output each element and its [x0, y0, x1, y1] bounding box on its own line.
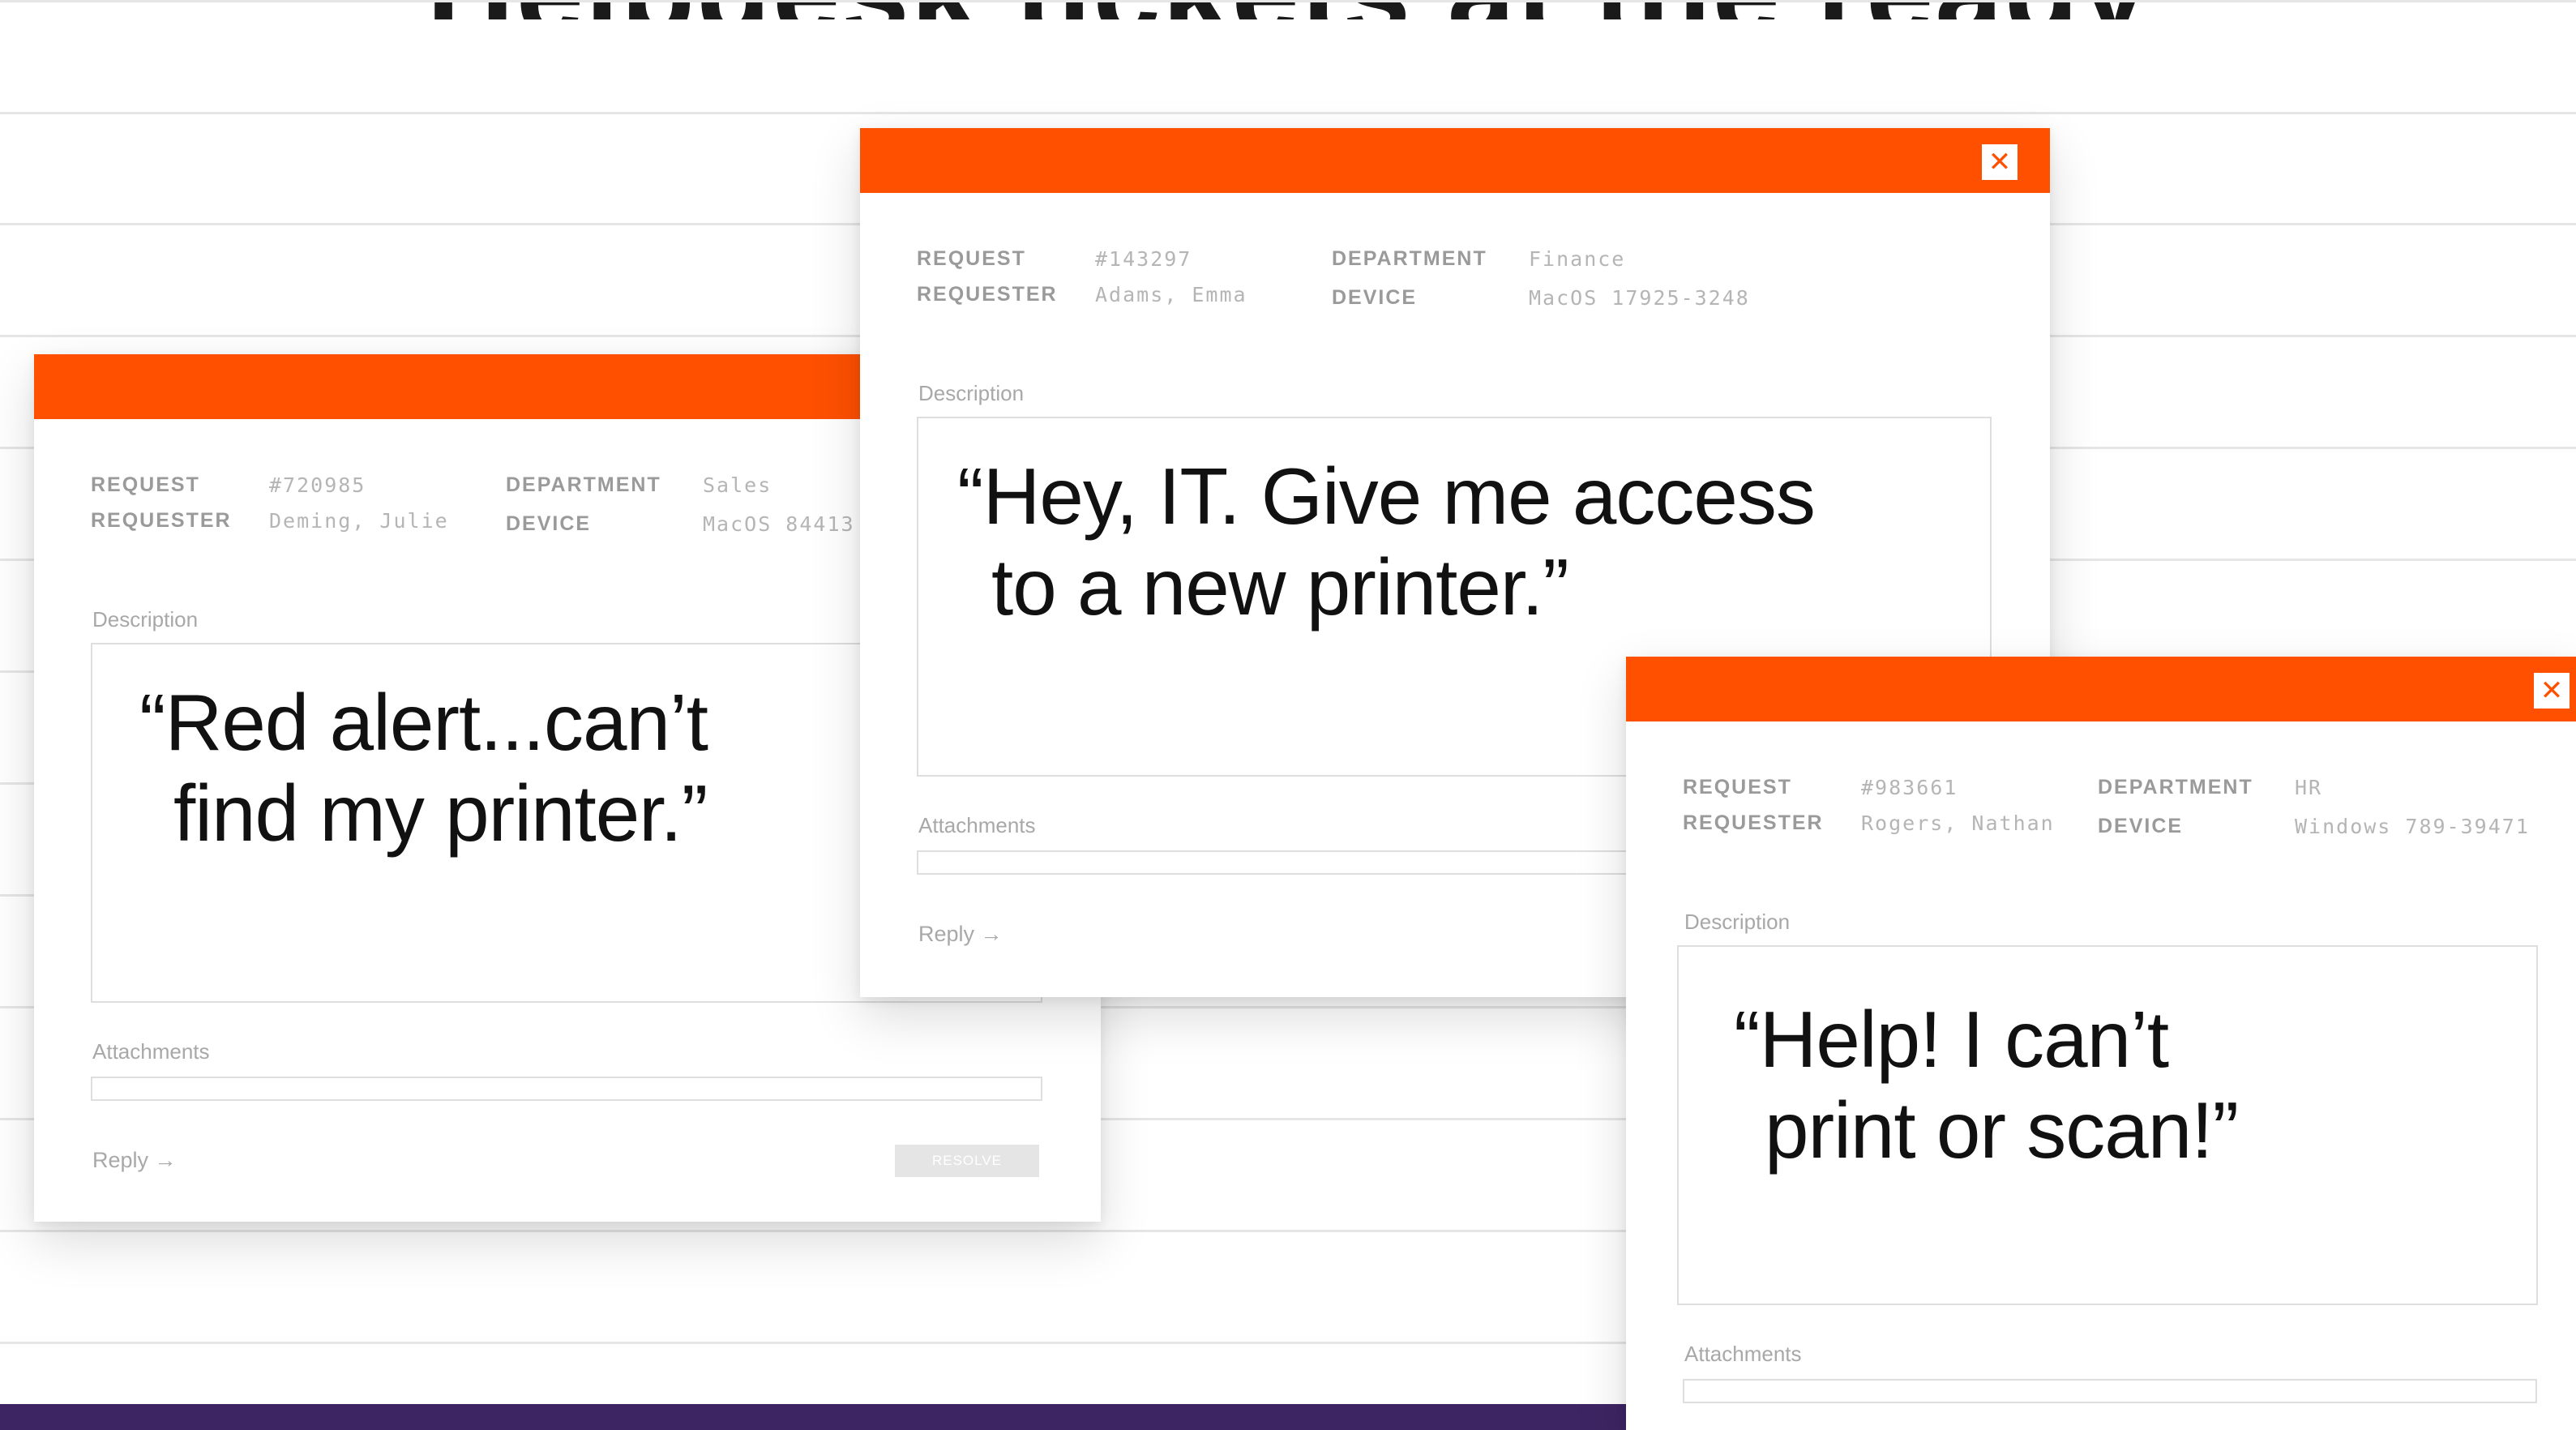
ticket-header — [860, 128, 2050, 193]
department-value: Finance — [1529, 247, 1626, 271]
divider-line — [0, 112, 2576, 114]
device-label: DEVICE — [506, 512, 592, 535]
ticket-card-3: ✕ REQUEST #983661 REQUESTER Rogers, Nath… — [1626, 657, 2576, 1430]
attachments-label: Attachments — [92, 1039, 210, 1064]
department-label: DEPARTMENT — [506, 473, 661, 496]
description-label: Description — [1684, 910, 1791, 934]
department-label: DEPARTMENT — [2098, 776, 2253, 798]
request-label: REQUEST — [91, 473, 200, 496]
quote-line: print or scan!” — [1765, 1085, 2239, 1175]
request-id: #983661 — [1861, 776, 1958, 799]
quote-line: to a new printer.” — [991, 542, 1569, 632]
department-value: Sales — [703, 473, 772, 497]
device-value: MacOS 17925-3248 — [1529, 286, 1750, 310]
requester-label: REQUESTER — [917, 283, 1058, 306]
device-label: DEVICE — [1332, 286, 1418, 309]
attachments-label: Attachments — [1684, 1342, 1802, 1366]
description-label: Description — [918, 381, 1025, 405]
attachments-label: Attachments — [918, 813, 1036, 837]
requester-name: Rogers, Nathan — [1861, 811, 2055, 835]
attachments-field[interactable] — [91, 1077, 1042, 1101]
description-box[interactable]: “Help! I can’t print or scan!” — [1677, 945, 2538, 1305]
reply-link[interactable]: Reply → — [92, 1148, 177, 1173]
quote-line: “Help! I can’t — [1734, 995, 2169, 1084]
department-value: HR — [2295, 776, 2323, 799]
request-id: #720985 — [269, 473, 366, 497]
resolve-button[interactable]: RESOLVE — [895, 1145, 1039, 1177]
close-icon[interactable]: ✕ — [1982, 144, 2018, 180]
attachments-field[interactable] — [1683, 1379, 2537, 1403]
request-id: #143297 — [1095, 247, 1192, 271]
requester-name: Adams, Emma — [1095, 283, 1247, 306]
ticket-header — [1626, 657, 2576, 721]
request-label: REQUEST — [1683, 776, 1792, 798]
requester-label: REQUESTER — [1683, 811, 1824, 834]
divider-line — [0, 0, 2576, 2]
description-label: Description — [92, 607, 199, 632]
reply-link[interactable]: Reply → — [918, 922, 1003, 947]
requester-label: REQUESTER — [91, 509, 232, 532]
device-value: MacOS 84413 — [703, 512, 855, 536]
page-headline: Helpdesk tickets at the ready — [0, 0, 2576, 19]
quote-line: “Hey, IT. Give me access — [957, 452, 1816, 541]
quote-line: “Red alert...can’t — [139, 678, 708, 767]
requester-name: Deming, Julie — [269, 509, 449, 533]
device-value: Windows 789-39471 — [2295, 815, 2530, 838]
request-label: REQUEST — [917, 247, 1026, 270]
quote-line: find my printer.” — [173, 769, 708, 858]
headline-strip: Helpdesk tickets at the ready — [0, 0, 2576, 19]
department-label: DEPARTMENT — [1332, 247, 1487, 270]
device-label: DEVICE — [2098, 815, 2184, 837]
close-icon[interactable]: ✕ — [2534, 673, 2570, 709]
